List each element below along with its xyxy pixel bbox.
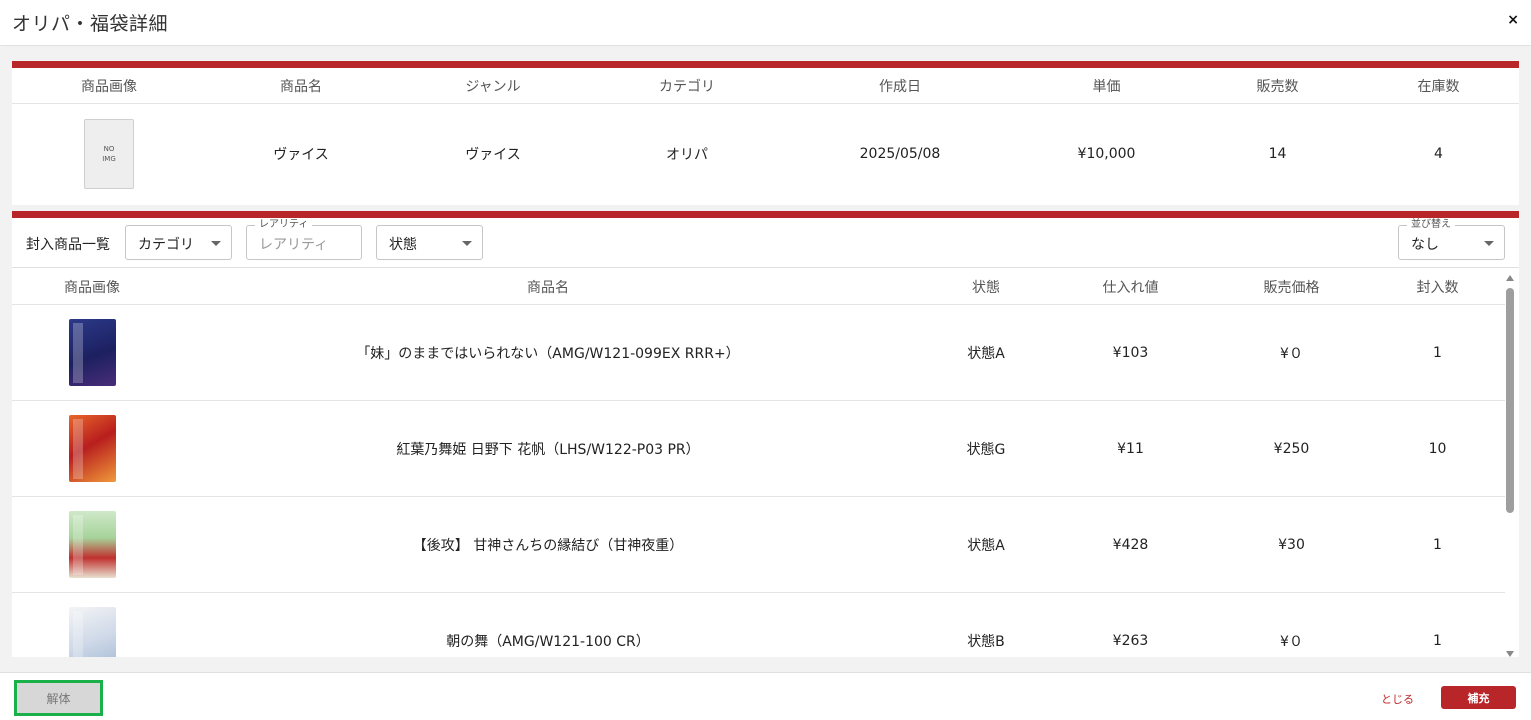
close-icon[interactable]: ×	[1507, 12, 1519, 28]
list-col-condition: 状態	[972, 279, 1000, 296]
summary-sold: 14	[1268, 146, 1287, 162]
summary-stock: 4	[1434, 146, 1443, 162]
summary-name: ヴァイス	[273, 147, 329, 163]
list-col-image: 商品画像	[64, 279, 120, 296]
list-col-name: 商品名	[527, 279, 569, 296]
scroll-up-icon[interactable]	[1506, 275, 1514, 281]
summary-col-unit-price: 単価	[1092, 78, 1121, 95]
item-cost: ¥11	[1117, 440, 1144, 457]
no-image-placeholder: NO IMG	[84, 119, 134, 189]
summary-created: 2025/05/08	[859, 146, 941, 162]
card-thumbnail	[68, 319, 116, 386]
item-cost: ¥428	[1112, 536, 1149, 553]
contents-list[interactable]: 「妹」のままではいられない（AMG/W121-099EX RRR+） 状態A ¥…	[12, 305, 1505, 657]
card-thumbnail	[68, 607, 116, 657]
close-button[interactable]: とじる	[1381, 691, 1414, 707]
filter-bar: 封入商品一覧 カテゴリ レアリティ レアリティ 状態 並び替え なし	[12, 218, 1519, 268]
summary-panel: 商品画像 商品名 ジャンル カテゴリ 作成日 単価 販売数 在庫数 NO IMG…	[12, 61, 1519, 205]
summary-category: オリパ	[666, 147, 708, 163]
summary-col-image: 商品画像	[81, 78, 137, 95]
modal-header: オリパ・福袋詳細 ×	[0, 0, 1531, 46]
item-price: ¥０	[1280, 345, 1303, 362]
summary-col-created: 作成日	[879, 78, 921, 95]
sort-select[interactable]: 並び替え なし	[1398, 218, 1505, 260]
item-name: 【後攻】 甘神さんちの縁結び（甘神夜重）	[412, 537, 684, 554]
item-qty: 1	[1433, 344, 1442, 361]
item-qty: 1	[1433, 536, 1442, 553]
scroll-thumb[interactable]	[1506, 288, 1514, 513]
item-condition: 状態G	[966, 441, 1006, 458]
summary-col-category: カテゴリ	[659, 78, 715, 95]
item-condition: 状態A	[967, 537, 1005, 554]
chevron-down-icon	[462, 241, 472, 246]
list-scrollbar[interactable]	[1505, 269, 1515, 657]
table-row[interactable]: 紅葉乃舞姫 日野下 花帆（LHS/W122-P03 PR） 状態G ¥11 ¥2…	[12, 401, 1505, 497]
modal-footer: 解体 とじる 補充	[0, 672, 1531, 720]
contents-header-row: 商品画像 商品名 状態 仕入れ値 販売価格 封入数	[12, 269, 1505, 305]
category-select[interactable]: カテゴリ	[125, 225, 232, 260]
chevron-down-icon	[1484, 241, 1494, 246]
dissolve-button[interactable]: 解体	[14, 680, 103, 716]
list-col-price: 販売価格	[1263, 279, 1320, 296]
table-row[interactable]: 朝の舞（AMG/W121-100 CR） 状態B ¥263 ¥０ 1	[12, 593, 1505, 657]
rarity-input[interactable]: レアリティ レアリティ	[246, 218, 362, 260]
item-name: 朝の舞（AMG/W121-100 CR）	[446, 633, 650, 650]
modal-title: オリパ・福袋詳細	[12, 13, 169, 35]
summary-header-row: 商品画像 商品名 ジャンル カテゴリ 作成日 単価 販売数 在庫数	[12, 68, 1519, 104]
item-cost: ¥103	[1112, 344, 1149, 361]
item-condition: 状態A	[967, 345, 1005, 362]
summary-col-genre: ジャンル	[465, 78, 521, 95]
item-price: ¥30	[1278, 536, 1305, 553]
summary-data-row: NO IMG ヴァイス ヴァイス オリパ 2025/05/08 ¥10,000 …	[12, 104, 1519, 204]
item-qty: 1	[1433, 632, 1442, 649]
summary-genre: ヴァイス	[465, 147, 521, 163]
condition-select[interactable]: 状態	[376, 225, 483, 260]
list-col-qty: 封入数	[1416, 279, 1459, 296]
card-thumbnail	[68, 415, 116, 482]
table-row[interactable]: 「妹」のままではいられない（AMG/W121-099EX RRR+） 状態A ¥…	[12, 305, 1505, 401]
contents-panel: 封入商品一覧 カテゴリ レアリティ レアリティ 状態 並び替え なし 商品画像 …	[12, 211, 1519, 657]
item-name: 「妹」のままではいられない（AMG/W121-099EX RRR+）	[356, 345, 740, 362]
item-condition: 状態B	[967, 633, 1005, 650]
item-qty: 10	[1428, 440, 1447, 457]
summary-col-stock: 在庫数	[1417, 78, 1460, 95]
item-price: ¥０	[1280, 633, 1303, 650]
supply-button[interactable]: 補充	[1441, 686, 1516, 709]
item-cost: ¥263	[1112, 632, 1149, 649]
item-name: 紅葉乃舞姫 日野下 花帆（LHS/W122-P03 PR）	[396, 441, 700, 458]
table-row[interactable]: 【後攻】 甘神さんちの縁結び（甘神夜重） 状態A ¥428 ¥30 1	[12, 497, 1505, 593]
scroll-down-icon[interactable]	[1506, 651, 1514, 657]
card-thumbnail	[68, 511, 116, 578]
chevron-down-icon	[211, 241, 221, 246]
contents-list-label: 封入商品一覧	[26, 237, 110, 253]
summary-col-sold: 販売数	[1256, 78, 1299, 95]
item-price: ¥250	[1273, 440, 1310, 457]
summary-unit-price: ¥10,000	[1077, 146, 1136, 162]
list-col-cost: 仕入れ値	[1102, 279, 1159, 296]
summary-col-name: 商品名	[280, 78, 322, 95]
